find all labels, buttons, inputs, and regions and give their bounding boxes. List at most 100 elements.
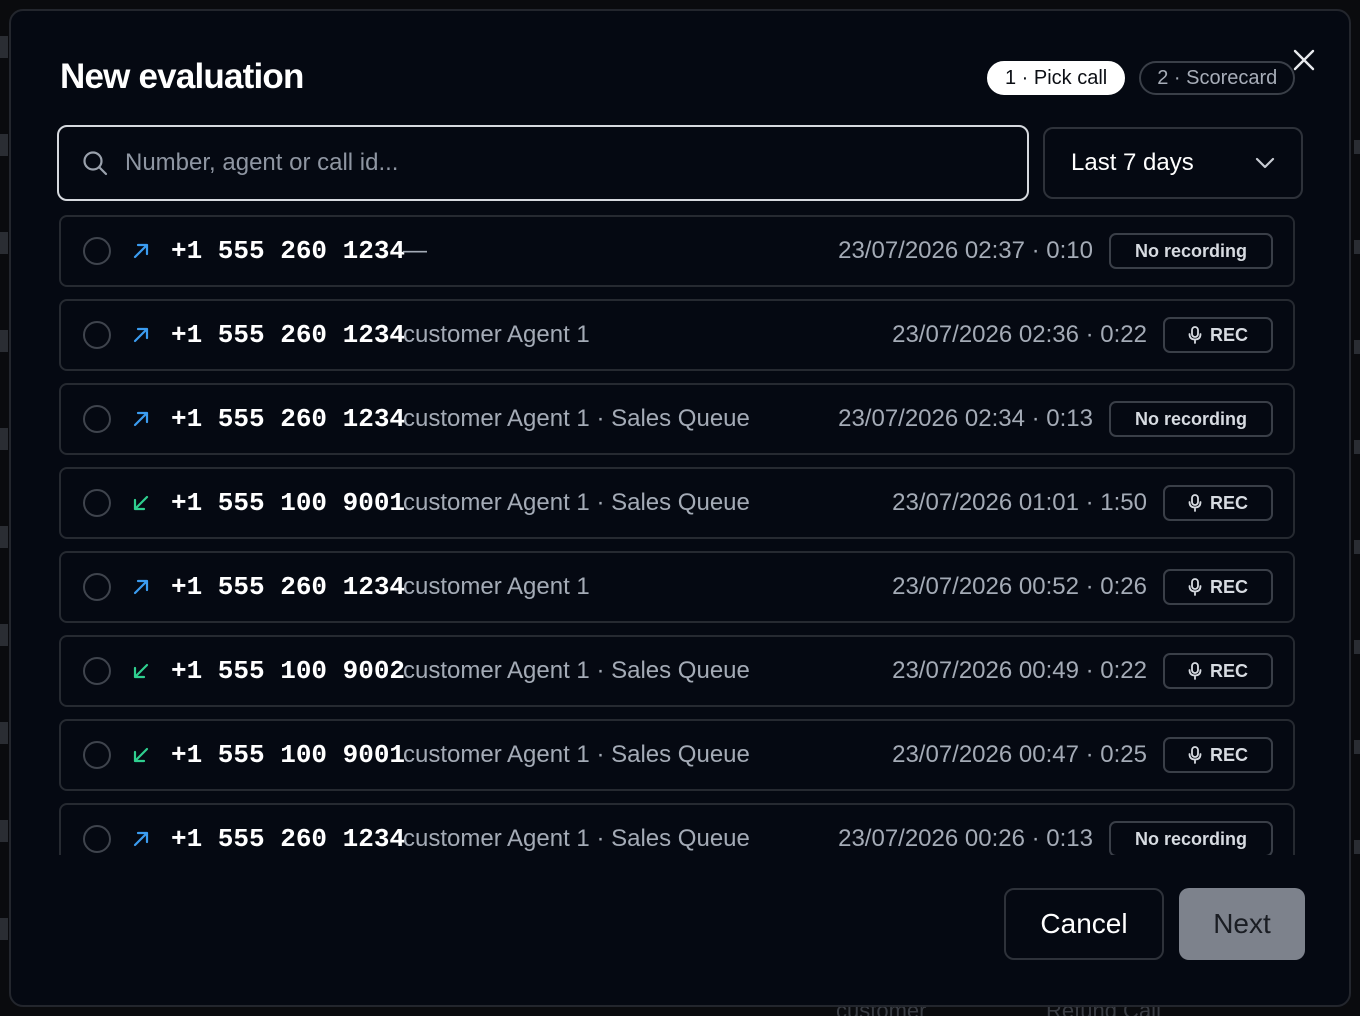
recording-badge: REC [1163, 653, 1273, 689]
inbound-arrow-icon [129, 491, 153, 515]
call-select-radio[interactable] [83, 825, 111, 853]
call-row[interactable]: +1 555 260 1234 customer Agent 1 · Sales … [59, 803, 1295, 855]
call-description: customer Agent 1 · Sales Queue [403, 657, 750, 684]
background-element [1354, 340, 1360, 354]
badge-label: REC [1209, 576, 1248, 597]
close-button[interactable] [1289, 45, 1319, 75]
call-number: +1 555 100 9001 [171, 488, 406, 518]
step-indicator: 1 · Pick call 2 · Scorecard [987, 61, 1296, 95]
background-element [0, 330, 8, 352]
call-number: +1 555 260 1234 [171, 320, 406, 350]
call-description: customer Agent 1 · Sales Queue [403, 489, 750, 516]
dialog-title: New evaluation [60, 57, 304, 96]
search-box [57, 125, 1029, 201]
next-button[interactable]: Next [1179, 888, 1305, 960]
date-range-select[interactable]: Last 7 days [1043, 127, 1303, 199]
badge-label: No recording [1134, 240, 1247, 261]
microphone-icon [1188, 662, 1202, 680]
step-pick-call: 1 · Pick call [987, 61, 1126, 95]
background-element [0, 918, 8, 940]
badge-label: REC [1209, 324, 1248, 345]
background-element [1354, 840, 1360, 854]
call-description: customer Agent 1 · Sales Queue [403, 405, 750, 432]
background-element [1354, 740, 1360, 754]
background-element [0, 36, 8, 58]
background-element [1354, 440, 1360, 454]
step-scorecard: 2 · Scorecard [1139, 61, 1296, 95]
call-list: +1 555 260 1234—23/07/2026 02:37 · 0:10 N… [59, 215, 1297, 855]
outbound-arrow-icon [129, 575, 153, 599]
background-element [0, 624, 8, 646]
background-element [1354, 140, 1360, 154]
call-description: customer Agent 1 [403, 573, 590, 600]
call-number: +1 555 260 1234 [171, 236, 406, 266]
call-select-radio[interactable] [83, 237, 111, 265]
call-number: +1 555 260 1234 [171, 404, 406, 434]
call-description: customer Agent 1 · Sales Queue [403, 825, 750, 852]
inbound-arrow-icon [129, 659, 153, 683]
call-datetime-duration: 23/07/2026 02:34 · 0:13 [838, 405, 1093, 432]
chevron-down-icon [1255, 157, 1275, 169]
recording-badge: REC [1163, 317, 1273, 353]
call-select-radio[interactable] [83, 573, 111, 601]
background-element [0, 526, 8, 548]
call-number: +1 555 100 9001 [171, 740, 406, 770]
no-recording-badge: No recording [1109, 401, 1273, 437]
call-datetime-duration: 23/07/2026 00:26 · 0:13 [838, 825, 1093, 852]
call-row[interactable]: +1 555 260 1234 customer Agent 1 23/07/202… [59, 299, 1295, 371]
inbound-arrow-icon [129, 743, 153, 767]
outbound-arrow-icon [129, 827, 153, 851]
call-datetime-duration: 23/07/2026 02:36 · 0:22 [892, 321, 1147, 348]
recording-badge: REC [1163, 569, 1273, 605]
call-select-radio[interactable] [83, 321, 111, 349]
outbound-arrow-icon [129, 239, 153, 263]
search-input[interactable] [125, 127, 1027, 199]
call-row[interactable]: +1 555 100 9001 customer Agent 1 · Sales … [59, 719, 1295, 791]
call-datetime-duration: 23/07/2026 00:47 · 0:25 [892, 741, 1147, 768]
call-number: +1 555 260 1234 [171, 572, 406, 602]
no-recording-badge: No recording [1109, 821, 1273, 855]
call-select-radio[interactable] [83, 657, 111, 685]
microphone-icon [1188, 494, 1202, 512]
call-select-radio[interactable] [83, 489, 111, 517]
call-select-radio[interactable] [83, 405, 111, 433]
background-element [0, 428, 8, 450]
background-element [1354, 240, 1360, 254]
call-row[interactable]: +1 555 100 9002 customer Agent 1 · Sales … [59, 635, 1295, 707]
call-number: +1 555 260 1234 [171, 824, 406, 854]
badge-label: REC [1209, 744, 1248, 765]
background-element [1354, 640, 1360, 654]
call-row[interactable]: +1 555 260 1234— 23/07/2026 02:37 · 0:10 N… [59, 215, 1295, 287]
microphone-icon [1188, 326, 1202, 344]
call-row[interactable]: +1 555 100 9001 customer Agent 1 · Sales … [59, 467, 1295, 539]
background-element [0, 232, 8, 254]
call-number: +1 555 100 9002 [171, 656, 406, 686]
call-description: — [403, 237, 427, 264]
badge-label: REC [1209, 660, 1248, 681]
microphone-icon [1188, 746, 1202, 764]
call-datetime-duration: 23/07/2026 00:49 · 0:22 [892, 657, 1147, 684]
outbound-arrow-icon [129, 407, 153, 431]
close-icon [1293, 49, 1315, 71]
call-row[interactable]: +1 555 260 1234 customer Agent 1 23/07/202… [59, 551, 1295, 623]
recording-badge: REC [1163, 737, 1273, 773]
call-datetime-duration: 23/07/2026 02:37 · 0:10 [838, 237, 1093, 264]
call-description: customer Agent 1 [403, 321, 590, 348]
microphone-icon [1188, 578, 1202, 596]
background-element [0, 820, 8, 842]
call-select-radio[interactable] [83, 741, 111, 769]
outbound-arrow-icon [129, 323, 153, 347]
call-row[interactable]: +1 555 260 1234 customer Agent 1 · Sales … [59, 383, 1295, 455]
cancel-button[interactable]: Cancel [1004, 888, 1164, 960]
call-datetime-duration: 23/07/2026 00:52 · 0:26 [892, 573, 1147, 600]
call-datetime-duration: 23/07/2026 01:01 · 1:50 [892, 489, 1147, 516]
no-recording-badge: No recording [1109, 233, 1273, 269]
background-element [0, 134, 8, 156]
new-evaluation-dialog: New evaluation 1 · Pick call 2 · Scoreca… [9, 9, 1351, 1007]
search-icon [80, 148, 110, 178]
background-element [1354, 540, 1360, 554]
badge-label: REC [1209, 492, 1248, 513]
recording-badge: REC [1163, 485, 1273, 521]
date-range-value: Last 7 days [1071, 149, 1194, 176]
badge-label: No recording [1134, 408, 1247, 429]
